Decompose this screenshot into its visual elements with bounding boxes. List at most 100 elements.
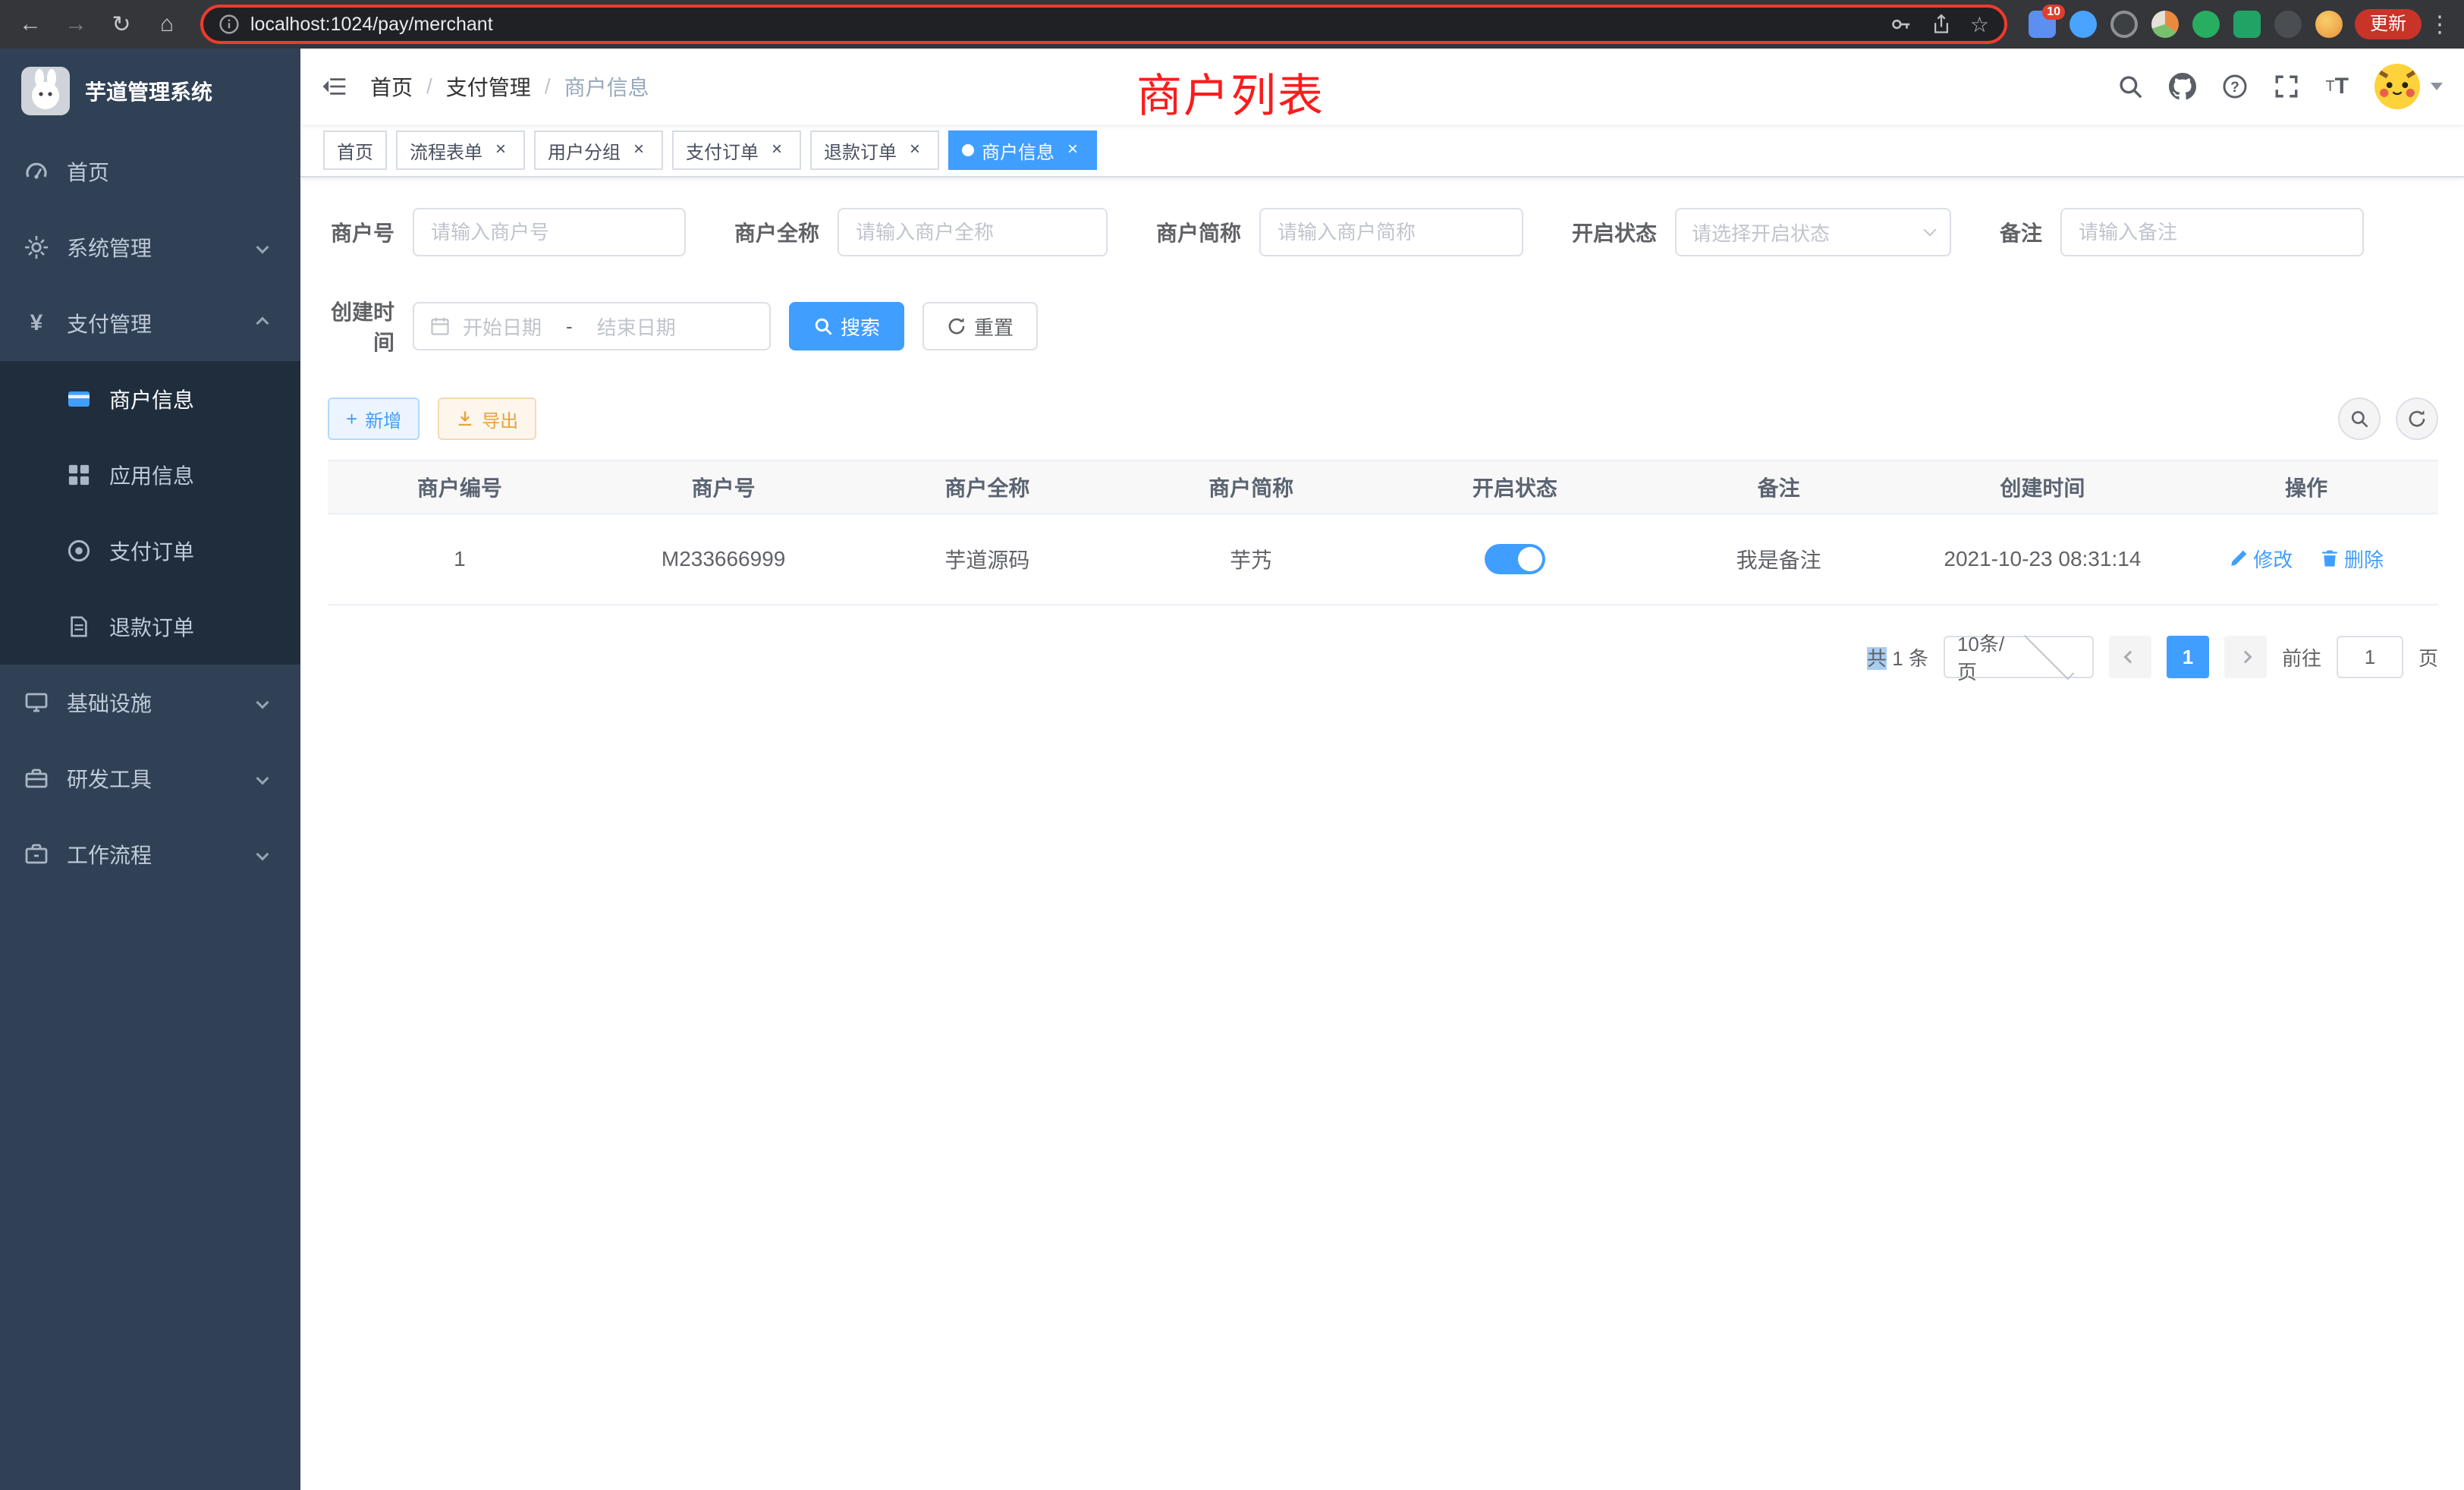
sidebar-item-workflow[interactable]: 工作流程 xyxy=(0,816,300,892)
github-icon[interactable] xyxy=(2169,73,2196,100)
full-name-label: 商户全称 xyxy=(722,217,838,247)
toggle-search-button[interactable] xyxy=(2338,398,2381,440)
password-key-icon[interactable] xyxy=(1890,13,1912,36)
prev-page-button[interactable] xyxy=(2109,636,2151,678)
url-bar[interactable]: localhost:1024/pay/merchant ☆ xyxy=(200,5,2007,44)
chrome-update-button[interactable]: 更新 xyxy=(2355,9,2422,39)
col-short-name: 商户简称 xyxy=(1119,461,1383,514)
add-button[interactable]: + 新增 xyxy=(328,398,420,440)
sidebar-item-refund-order[interactable]: 退款订单 xyxy=(0,589,300,665)
browser-menu-icon[interactable]: ⋮ xyxy=(2425,11,2455,38)
extension-nut-icon[interactable] xyxy=(2274,11,2302,38)
extension-color-icon[interactable] xyxy=(2151,11,2179,38)
header-search-icon[interactable] xyxy=(2117,74,2143,99)
hamburger-icon[interactable] xyxy=(300,71,370,102)
delete-button-label: 删除 xyxy=(2344,545,2384,573)
sidebar-item-dev-tools[interactable]: 研发工具 xyxy=(0,740,300,816)
page: ← → ↻ ⌂ localhost:1024/pay/merchant ☆ 10 xyxy=(0,0,2464,1490)
tab-home[interactable]: 首页 xyxy=(323,130,387,170)
sidebar-item-pay-order[interactable]: 支付订单 xyxy=(0,513,300,589)
create-time-range-picker[interactable]: 开始日期 - 结束日期 xyxy=(413,302,771,350)
sidebar-logo[interactable]: 芋道管理系统 xyxy=(0,49,300,134)
tab-process-form[interactable]: 流程表单 × xyxy=(396,130,525,170)
profile-avatar-icon[interactable] xyxy=(2315,11,2343,38)
close-icon[interactable]: × xyxy=(904,140,926,161)
record-icon xyxy=(67,539,91,563)
share-icon[interactable] xyxy=(1931,14,1952,35)
export-button-label: 导出 xyxy=(482,406,518,432)
full-name-input[interactable] xyxy=(838,208,1108,256)
goto-page-input[interactable] xyxy=(2337,636,2403,678)
total-suffix: 条 xyxy=(1909,647,1928,670)
status-select[interactable]: 请选择开启状态 xyxy=(1675,208,1951,256)
delete-button[interactable]: 删除 xyxy=(2320,545,2384,573)
document-icon xyxy=(67,615,91,639)
remark-input[interactable] xyxy=(2060,208,2364,256)
extensions-cluster: 10 xyxy=(2019,11,2352,38)
search-button[interactable]: 搜索 xyxy=(789,302,904,350)
home-icon[interactable]: ⌂ xyxy=(146,3,188,46)
tab-pay-order[interactable]: 支付订单 × xyxy=(672,130,801,170)
fullscreen-icon[interactable] xyxy=(2274,74,2299,99)
tab-merchant-info[interactable]: 商户信息 × xyxy=(948,130,1097,170)
breadcrumb-home[interactable]: 首页 xyxy=(370,71,413,102)
help-icon[interactable]: ? xyxy=(2222,74,2248,99)
tab-user-group[interactable]: 用户分组 × xyxy=(534,130,663,170)
tab-refund-order[interactable]: 退款订单 × xyxy=(810,130,939,170)
sidebar-item-merchant-info[interactable]: 商户信息 xyxy=(0,361,300,437)
chevron-down-icon xyxy=(256,848,269,861)
close-icon[interactable]: × xyxy=(766,140,787,161)
font-size-icon[interactable]: TT xyxy=(2325,74,2349,99)
chevron-down-icon xyxy=(1924,224,1937,237)
next-page-button[interactable] xyxy=(2224,636,2267,678)
short-name-input[interactable] xyxy=(1259,208,1523,256)
sidebar-item-payment[interactable]: ¥ 支付管理 xyxy=(0,285,300,361)
bookmark-star-icon[interactable]: ☆ xyxy=(1970,12,1989,37)
cell-short-name: 芋艿 xyxy=(1119,514,1383,605)
export-button[interactable]: 导出 xyxy=(438,398,536,440)
close-icon[interactable]: × xyxy=(628,140,649,161)
status-placeholder: 请选择开启状态 xyxy=(1692,218,1925,247)
total-count: 1 xyxy=(1892,647,1903,670)
edit-button[interactable]: 修改 xyxy=(2229,545,2293,573)
table-toolbar: + 新增 导出 xyxy=(328,398,2438,440)
cell-merchant-id: 1 xyxy=(328,514,592,605)
forward-icon[interactable]: → xyxy=(55,3,97,46)
merchant-no-input[interactable] xyxy=(413,208,686,256)
extension-tabs-icon[interactable]: 10 xyxy=(2029,11,2056,38)
sidebar-item-label: 基础设施 xyxy=(67,687,152,718)
back-icon[interactable]: ← xyxy=(9,3,52,46)
page-size-select[interactable]: 10条/页 xyxy=(1944,636,2094,678)
extension-drop-icon[interactable] xyxy=(2070,11,2097,38)
add-button-label: 新增 xyxy=(365,406,401,432)
sidebar-item-label: 支付订单 xyxy=(109,536,194,566)
sidebar-item-app-info[interactable]: 应用信息 xyxy=(0,437,300,513)
chevron-left-icon xyxy=(2123,651,2136,664)
user-menu[interactable] xyxy=(2374,64,2443,109)
chevron-down-icon xyxy=(2024,630,2074,680)
start-date-placeholder: 开始日期 xyxy=(463,313,542,341)
reset-button[interactable]: 重置 xyxy=(922,302,1038,350)
site-info-icon[interactable] xyxy=(218,14,240,35)
sidebar-item-label: 首页 xyxy=(67,156,109,187)
annotation-text: 商户列表 xyxy=(1136,59,1325,125)
tags-view-bar: 首页 流程表单 × 用户分组 × 支付订单 × 退款订单 × 商户信息 × xyxy=(300,124,2464,178)
sidebar-item-system[interactable]: 系统管理 xyxy=(0,209,300,285)
search-form-row-1: 商户号 商户全称 商户简称 开启状态 请选择开启状态 备注 xyxy=(328,208,2438,256)
reload-icon[interactable]: ↻ xyxy=(100,3,143,46)
toolbox-icon xyxy=(24,766,49,791)
breadcrumb-payment[interactable]: 支付管理 xyxy=(446,71,531,102)
sidebar-item-home[interactable]: 首页 xyxy=(0,134,300,209)
extension-green-circle-icon[interactable] xyxy=(2192,11,2220,38)
search-button-label: 搜索 xyxy=(841,313,880,341)
status-toggle[interactable] xyxy=(1485,544,1545,574)
page-1-button[interactable]: 1 xyxy=(2167,636,2209,678)
extension-dark-icon[interactable] xyxy=(2110,11,2138,38)
close-icon[interactable]: × xyxy=(490,140,511,161)
sidebar-item-label: 应用信息 xyxy=(109,460,194,490)
refresh-button[interactable] xyxy=(2396,398,2438,440)
extension-sheet-icon[interactable] xyxy=(2233,11,2261,38)
close-icon[interactable]: × xyxy=(1062,140,1083,161)
sidebar-item-infrastructure[interactable]: 基础设施 xyxy=(0,665,300,740)
cell-full-name: 芋道源码 xyxy=(856,514,1120,605)
